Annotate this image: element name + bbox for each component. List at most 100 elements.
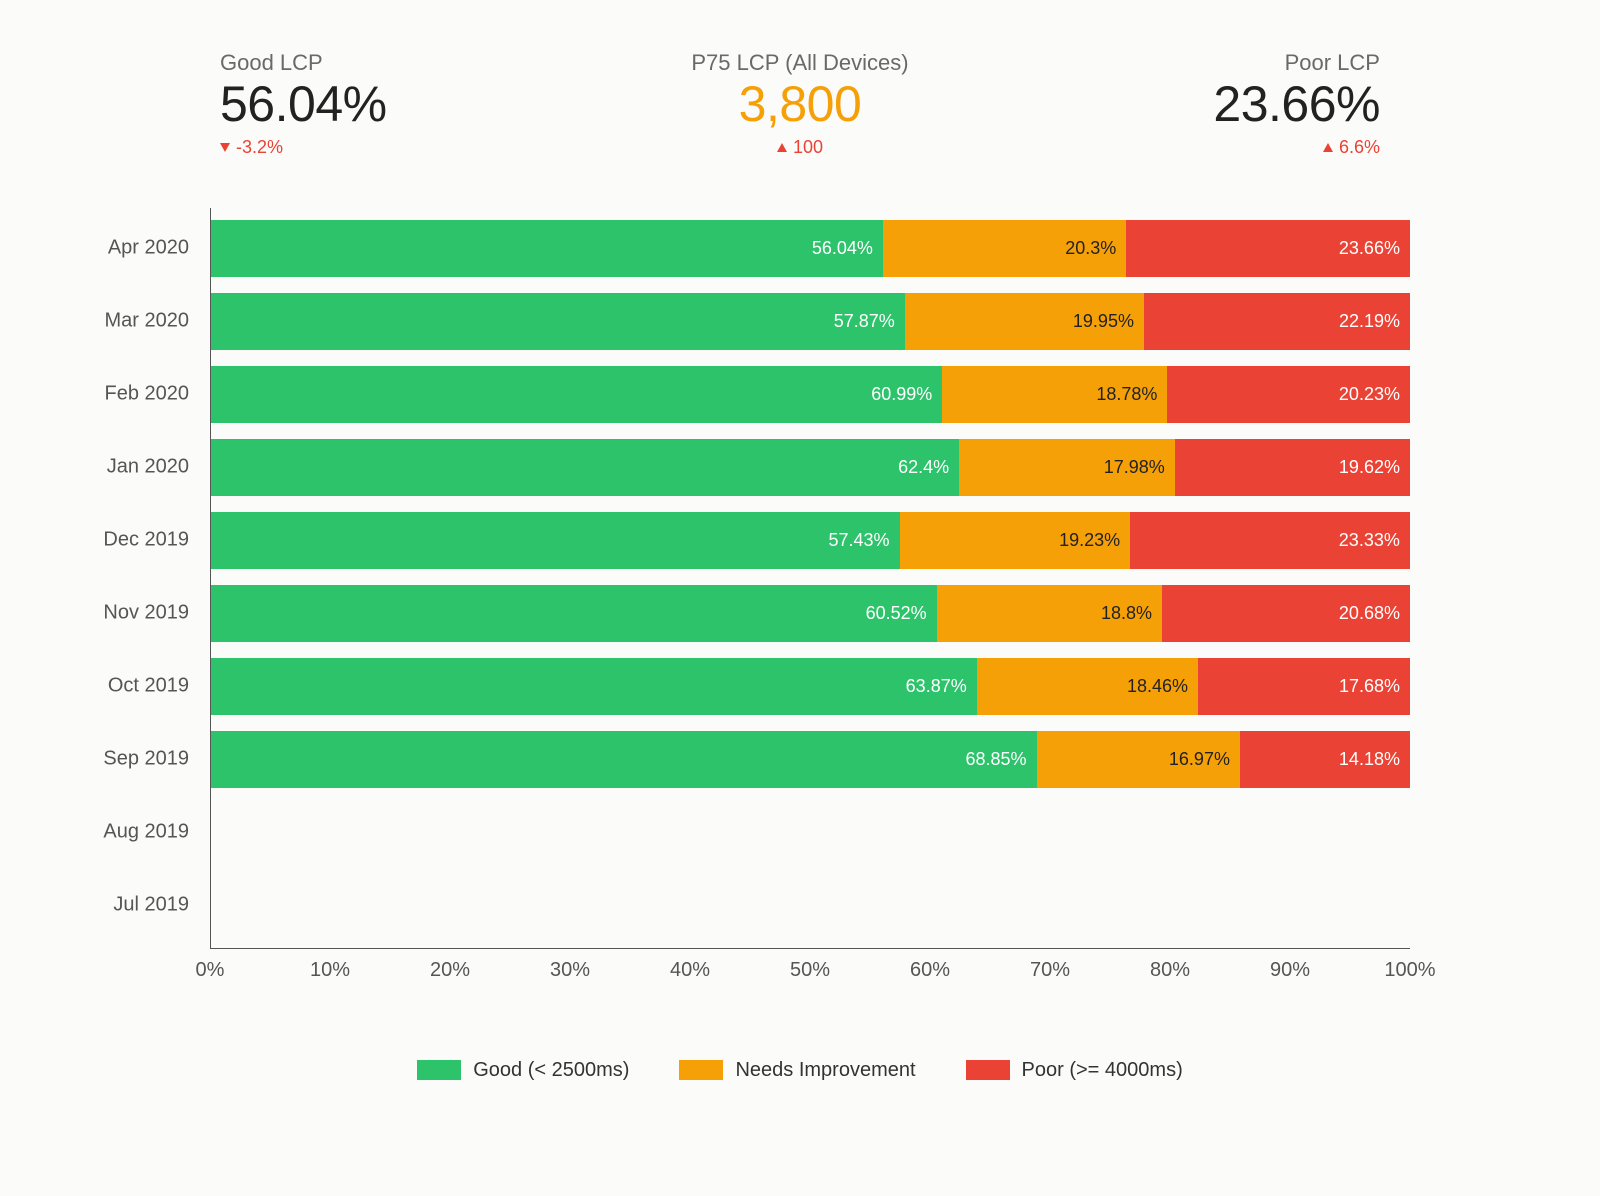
- legend-swatch-poor: [966, 1060, 1010, 1080]
- arrow-down-icon: [220, 143, 230, 152]
- segment-poor: 14.18%: [1240, 731, 1410, 788]
- stacked-bar: 60.52% 18.8% 20.68%: [211, 585, 1410, 642]
- segment-value: 20.68%: [1339, 603, 1400, 624]
- x-tick: 40%: [670, 959, 710, 982]
- segment-value: 20.23%: [1339, 384, 1400, 405]
- segment-good: 60.52%: [211, 585, 937, 642]
- y-axis-label: Sep 2019: [103, 748, 211, 771]
- segment-value: 18.8%: [1101, 603, 1152, 624]
- segment-needs: 16.97%: [1037, 731, 1240, 788]
- bar-row: Jan 202062.4%17.98%19.62%: [211, 439, 1410, 496]
- bar-row: Mar 202057.87%19.95%22.19%: [211, 293, 1410, 350]
- segment-good: 62.4%: [211, 439, 959, 496]
- segment-needs: 18.78%: [942, 366, 1167, 423]
- segment-value: 19.23%: [1059, 530, 1120, 551]
- summary-value: 3,800: [739, 78, 862, 131]
- y-axis-label: Feb 2020: [104, 383, 211, 406]
- summary-delta: 100: [777, 137, 823, 158]
- lcp-stacked-bar-chart: Apr 202056.04%20.3%23.66%Mar 202057.87%1…: [210, 208, 1410, 989]
- x-tick: 20%: [430, 959, 470, 982]
- segment-poor: 20.68%: [1162, 585, 1410, 642]
- summary-delta: -3.2%: [220, 137, 283, 158]
- summary-delta-text: -3.2%: [236, 137, 283, 158]
- legend: Good (< 2500ms) Needs Improvement Poor (…: [60, 1059, 1540, 1082]
- summary-label: P75 LCP (All Devices): [691, 50, 908, 76]
- y-axis-label: Aug 2019: [103, 821, 211, 844]
- stacked-bar: 56.04% 20.3% 23.66%: [211, 220, 1410, 277]
- bar-row: Dec 201957.43%19.23%23.33%: [211, 512, 1410, 569]
- legend-swatch-needs: [679, 1060, 723, 1080]
- summary-label: Poor LCP: [1285, 50, 1380, 76]
- segment-good: 68.85%: [211, 731, 1037, 788]
- legend-item-poor: Poor (>= 4000ms): [966, 1059, 1183, 1082]
- stacked-bar: 60.99% 18.78% 20.23%: [211, 366, 1410, 423]
- segment-value: 18.46%: [1127, 676, 1188, 697]
- segment-poor: 20.23%: [1167, 366, 1410, 423]
- summary-delta-text: 100: [793, 137, 823, 158]
- segment-value: 60.52%: [866, 603, 927, 624]
- segment-value: 23.33%: [1339, 530, 1400, 551]
- segment-value: 62.4%: [898, 457, 949, 478]
- segment-poor: 23.66%: [1126, 220, 1410, 277]
- summary-value: 23.66%: [1213, 78, 1380, 131]
- summary-poor-lcp: Poor LCP 23.66% 6.6%: [1213, 50, 1380, 158]
- y-axis-label: Jul 2019: [113, 894, 211, 917]
- x-tick: 10%: [310, 959, 350, 982]
- legend-item-needs: Needs Improvement: [679, 1059, 915, 1082]
- x-tick: 30%: [550, 959, 590, 982]
- stacked-bar: 68.85% 16.97% 14.18%: [211, 731, 1410, 788]
- segment-value: 14.18%: [1339, 749, 1400, 770]
- segment-value: 63.87%: [906, 676, 967, 697]
- segment-value: 16.97%: [1169, 749, 1230, 770]
- legend-label: Poor (>= 4000ms): [1022, 1059, 1183, 1082]
- segment-value: 56.04%: [812, 238, 873, 259]
- segment-value: 68.85%: [965, 749, 1026, 770]
- segment-value: 23.66%: [1339, 238, 1400, 259]
- segment-needs: 20.3%: [883, 220, 1126, 277]
- segment-needs: 19.23%: [900, 512, 1131, 569]
- y-axis-label: Nov 2019: [103, 602, 211, 625]
- stacked-bar: 63.87% 18.46% 17.68%: [211, 658, 1410, 715]
- summary-p75-lcp: P75 LCP (All Devices) 3,800 100: [691, 50, 908, 158]
- segment-good: 63.87%: [211, 658, 977, 715]
- stacked-bar: 57.87%19.95%22.19%: [211, 293, 1410, 350]
- x-tick: 100%: [1384, 959, 1435, 982]
- segment-needs: 18.8%: [937, 585, 1162, 642]
- segment-poor: 23.33%: [1130, 512, 1410, 569]
- summary-good-lcp: Good LCP 56.04% -3.2%: [220, 50, 387, 158]
- bar-rows: Apr 202056.04%20.3%23.66%Mar 202057.87%1…: [211, 220, 1410, 950]
- stacked-bar: 57.43% 19.23% 23.33%: [211, 512, 1410, 569]
- x-tick: 80%: [1150, 959, 1190, 982]
- bar-row: Nov 201960.52%18.8%20.68%: [211, 585, 1410, 642]
- x-tick: 90%: [1270, 959, 1310, 982]
- bar-row: Aug 2019: [211, 804, 1410, 861]
- legend-swatch-good: [417, 1060, 461, 1080]
- plot-area: Apr 202056.04%20.3%23.66%Mar 202057.87%1…: [210, 208, 1410, 949]
- y-axis-label: Jan 2020: [107, 456, 211, 479]
- y-axis-label: Oct 2019: [108, 675, 211, 698]
- segment-value: 17.68%: [1339, 676, 1400, 697]
- segment-needs: 17.98%: [959, 439, 1175, 496]
- y-axis-label: Apr 2020: [108, 237, 211, 260]
- x-tick: 60%: [910, 959, 950, 982]
- segment-value: 57.43%: [829, 530, 890, 551]
- segment-good: 57.43%: [211, 512, 900, 569]
- summary-delta-text: 6.6%: [1339, 137, 1380, 158]
- segment-needs: 18.46%: [977, 658, 1198, 715]
- legend-item-good: Good (< 2500ms): [417, 1059, 629, 1082]
- x-tick: 0%: [196, 959, 225, 982]
- segment-good: 56.04%: [211, 220, 883, 277]
- segment-good: 57.87%: [211, 293, 905, 350]
- x-tick: 70%: [1030, 959, 1070, 982]
- segment-poor: 19.62%: [1175, 439, 1410, 496]
- segment-needs: 19.95%: [905, 293, 1144, 350]
- summary-delta: 6.6%: [1323, 137, 1380, 158]
- lcp-report: Good LCP 56.04% -3.2% P75 LCP (All Devic…: [0, 0, 1600, 1196]
- segment-poor: 17.68%: [1198, 658, 1410, 715]
- segment-value: 18.78%: [1096, 384, 1157, 405]
- y-axis-label: Dec 2019: [103, 529, 211, 552]
- segment-value: 60.99%: [871, 384, 932, 405]
- legend-label: Needs Improvement: [735, 1059, 915, 1082]
- segment-value: 19.95%: [1073, 311, 1134, 332]
- summary-value: 56.04%: [220, 78, 387, 131]
